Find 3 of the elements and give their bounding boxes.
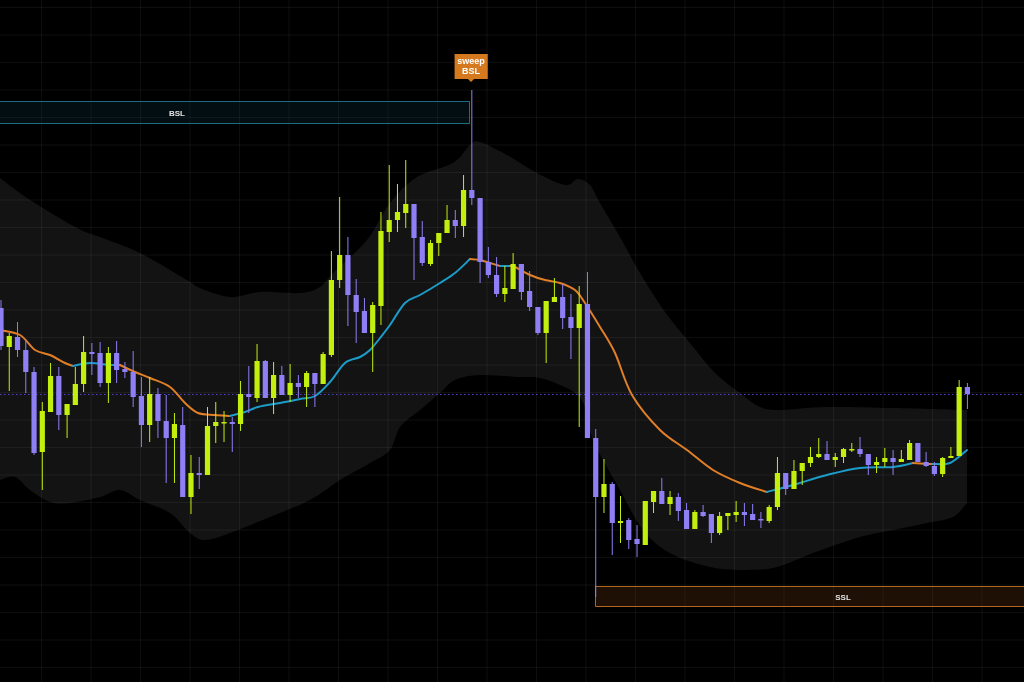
zone-label: SSL: [835, 592, 851, 602]
signal-tag: sweep BSL: [454, 54, 488, 82]
zone-label: BSL: [169, 108, 185, 118]
